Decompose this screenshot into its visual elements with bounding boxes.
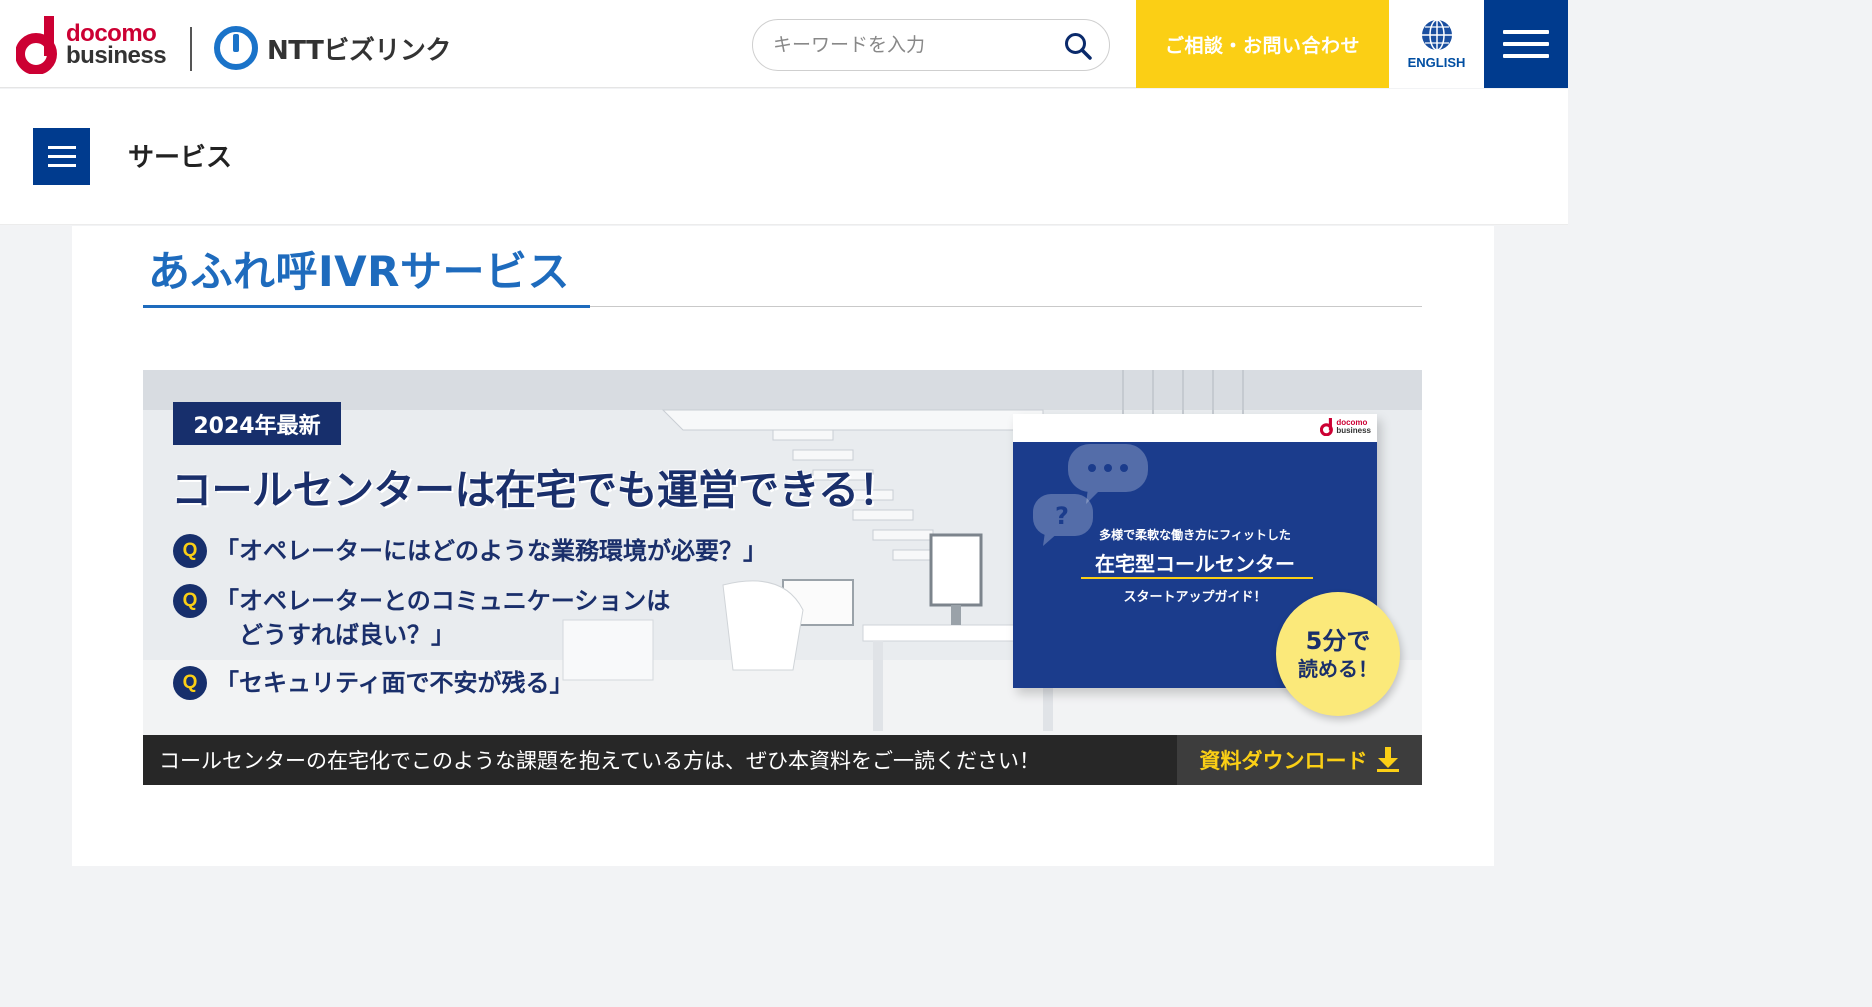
- search-icon[interactable]: [1063, 31, 1093, 61]
- english-label: ENGLISH: [1407, 55, 1466, 70]
- read-time-line1: 5分で: [1305, 627, 1371, 655]
- hamburger-line: [1503, 42, 1549, 46]
- download-banner[interactable]: 2024年最新 コールセンターは在宅でも運営できる！ Q 「オペレーターにはどの…: [143, 370, 1422, 785]
- guide-book-header: docomo business: [1013, 414, 1377, 442]
- question-text: 「セキュリティ面で不安が残る」: [215, 669, 574, 697]
- logo-divider: [190, 27, 192, 71]
- question-badge-icon: Q: [173, 666, 207, 700]
- hamburger-menu-icon: [47, 146, 76, 149]
- guide-docomo-logo: docomo business: [1320, 418, 1371, 436]
- question-text: 「オペレーターとのコミュニケーションは どうすれば良い？」: [215, 587, 671, 649]
- question-item: Q 「オペレーターとのコミュニケーションは どうすれば良い？」: [173, 584, 670, 652]
- hamburger-line: [47, 164, 76, 167]
- guide-subtitle: 多様で柔軟な働き方にフィットした: [1099, 528, 1291, 542]
- banner-footer: コールセンターの在宅化でこのような課題を抱えている方は、ぜひ本資料をご一読くださ…: [143, 735, 1422, 785]
- page-title: あふれ呼IVRサービス: [148, 247, 570, 296]
- download-button[interactable]: 資料ダウンロード: [1177, 735, 1422, 785]
- search-input[interactable]: [773, 34, 1063, 56]
- ntt-mark-icon: [214, 26, 258, 70]
- year-tag: 2024年最新: [173, 402, 341, 445]
- question-text: 「オペレーターにはどのような業務環境が必要？」: [215, 537, 767, 565]
- hamburger-line: [1503, 54, 1549, 58]
- main-menu-button[interactable]: [1484, 0, 1568, 88]
- ntt-bizlink-wordmark: NTTビズリンク: [267, 35, 451, 66]
- contact-button[interactable]: ご相談・お問い合わせ: [1136, 0, 1389, 88]
- site-search: [752, 19, 1110, 71]
- category-nav: サービス: [0, 89, 1568, 225]
- site-header: docomo business NTTビズリンク ご相談・お問い合わせ ENGL…: [0, 0, 1568, 88]
- question-badge-icon: Q: [173, 534, 207, 568]
- banner-footer-text: コールセンターの在宅化でこのような課題を抱えている方は、ぜひ本資料をご一読くださ…: [159, 749, 1040, 773]
- download-label: 資料ダウンロード: [1199, 749, 1368, 773]
- download-icon: [1376, 747, 1399, 772]
- main-content: あふれ呼IVRサービス 2024年最新 コールセンターは在宅でも運営できる！ Q…: [72, 226, 1494, 866]
- read-time-badge: 5分で 読める！: [1276, 592, 1400, 716]
- docomo-business-logo[interactable]: docomo business: [16, 16, 167, 74]
- logo-business-word: business: [66, 42, 167, 69]
- question-badge-icon: Q: [173, 584, 207, 618]
- guide-logo-business: business: [1336, 426, 1371, 435]
- english-language-button[interactable]: ENGLISH: [1389, 0, 1484, 88]
- ntt-bizlink-logo[interactable]: NTTビズリンク: [212, 24, 451, 72]
- category-menu-button[interactable]: [33, 128, 90, 185]
- guide-title-underline: [1081, 577, 1313, 579]
- hamburger-menu-icon: [1503, 30, 1549, 34]
- banner-headline: コールセンターは在宅でも運営できる！: [171, 466, 900, 514]
- category-title[interactable]: サービス: [128, 137, 232, 174]
- question-item: Q 「セキュリティ面で不安が残る」: [173, 666, 574, 700]
- title-accent-bar: [143, 305, 590, 308]
- docomo-d-mark-icon: [16, 16, 57, 74]
- question-item: Q 「オペレーターにはどのような業務環境が必要？」: [173, 534, 767, 568]
- globe-icon: [1421, 19, 1452, 51]
- hamburger-line: [47, 155, 76, 158]
- read-time-line2: 読める！: [1298, 657, 1378, 681]
- guide-title: 在宅型コールセンター: [1095, 552, 1295, 576]
- docomo-d-mark-icon: [1320, 418, 1334, 436]
